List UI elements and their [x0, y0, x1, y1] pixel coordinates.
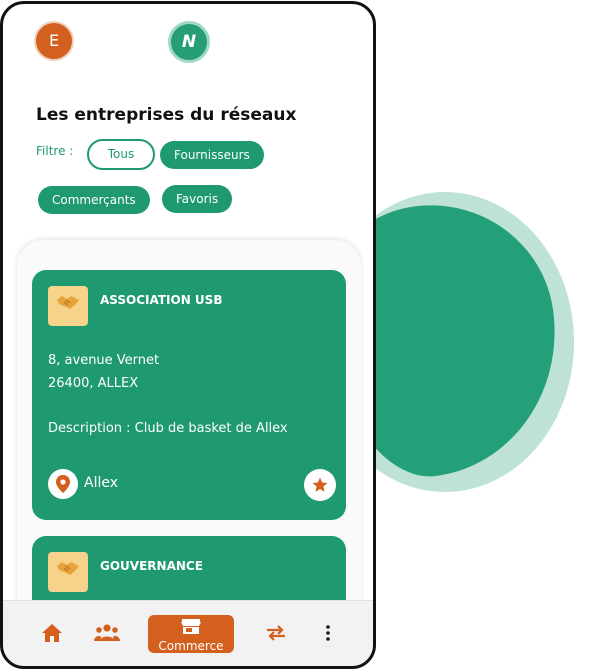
app-logo: N: [168, 21, 210, 63]
company-list: ASSOCIATION USB 8, avenue Vernet 26400, …: [17, 240, 361, 656]
filter-chip-commercants[interactable]: Commerçants: [38, 186, 150, 214]
nav-commerce-button[interactable]: Commerce: [148, 615, 234, 653]
company-name: GOUVERNANCE: [100, 559, 203, 573]
filter-label: Filtre :: [36, 144, 74, 158]
address-line-2: 26400, ALLEX: [48, 376, 139, 391]
nav-commerce-label: Commerce: [158, 639, 224, 653]
company-name: ASSOCIATION USB: [100, 293, 223, 307]
favorite-star-icon[interactable]: [304, 469, 336, 501]
filter-chip-favoris[interactable]: Favoris: [162, 185, 233, 213]
people-icon[interactable]: [94, 623, 120, 647]
more-icon[interactable]: [325, 623, 331, 647]
company-description: Description : Club de basket de Allex: [48, 421, 288, 436]
handshake-icon: [48, 552, 88, 592]
swap-icon[interactable]: [265, 623, 287, 647]
location-pin-icon: [48, 469, 78, 499]
phone-frame: E N Les entreprises du réseaux Filtre : …: [0, 1, 376, 669]
filter-chip-fournisseurs[interactable]: Fournisseurs: [160, 141, 264, 169]
company-card[interactable]: ASSOCIATION USB 8, avenue Vernet 26400, …: [32, 270, 346, 520]
bottom-nav: Commerce: [3, 600, 373, 666]
avatar[interactable]: E: [34, 21, 74, 61]
page-title: Les entreprises du réseaux: [36, 105, 297, 125]
home-icon[interactable]: [41, 623, 63, 647]
handshake-icon: [48, 286, 88, 326]
address-line-1: 8, avenue Vernet: [48, 353, 160, 368]
store-icon: [148, 618, 234, 638]
company-city: Allex: [84, 475, 119, 491]
filter-chip-tous[interactable]: Tous: [87, 139, 155, 170]
